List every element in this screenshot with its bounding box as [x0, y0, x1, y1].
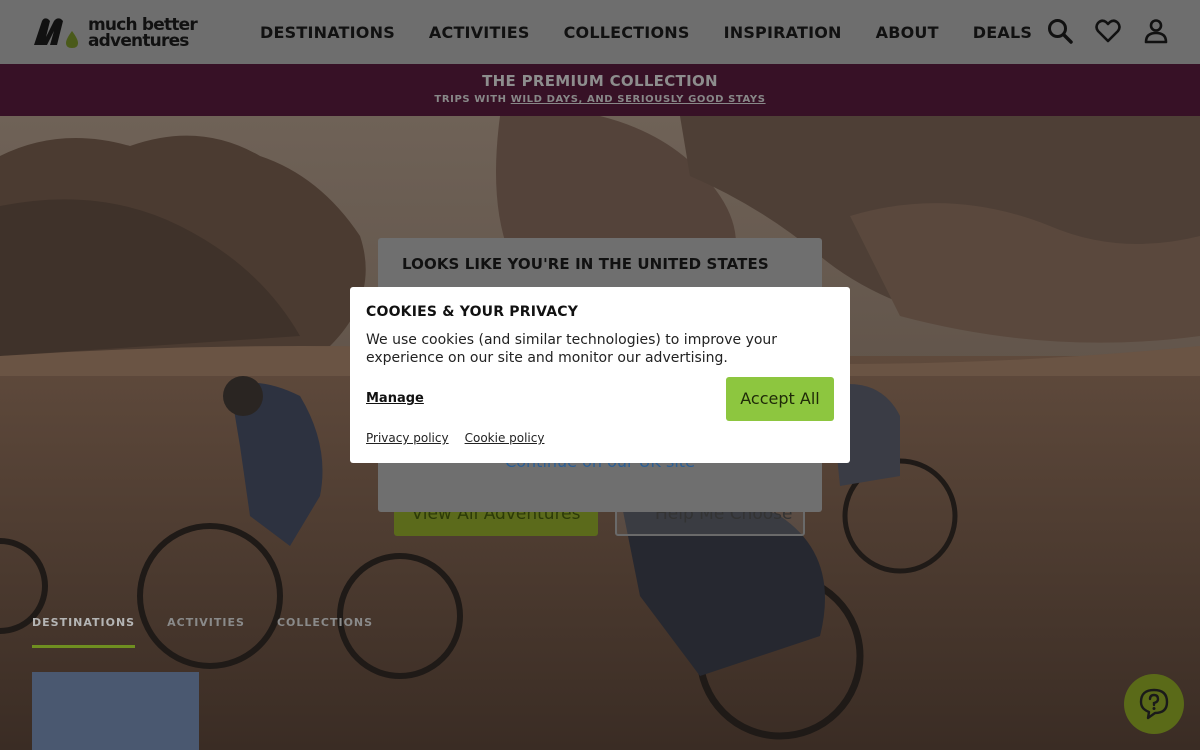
cookie-modal-text: We use cookies (and similar technologies… — [366, 332, 778, 366]
promo-sub-prefix: TRIPS WITH — [434, 94, 511, 105]
cookie-consent-modal: COOKIES & YOUR PRIVACY We use cookies (a… — [350, 287, 850, 463]
tab-collections[interactable]: COLLECTIONS — [277, 616, 373, 648]
accept-all-button[interactable]: Accept All — [726, 377, 834, 421]
promo-subtitle: TRIPS WITH WILD DAYS, AND SERIOUSLY GOOD… — [0, 94, 1200, 105]
region-modal-title: LOOKS LIKE YOU'RE IN THE UNITED STATES — [402, 255, 769, 273]
manage-cookies-link[interactable]: Manage — [366, 391, 424, 406]
hero-tabs: DESTINATIONS ACTIVITIES COLLECTIONS — [32, 616, 405, 648]
cookie-policy-link[interactable]: Cookie policy — [465, 431, 545, 445]
promo-title: THE PREMIUM COLLECTION — [482, 72, 718, 90]
nav-destinations[interactable]: DESTINATIONS — [260, 23, 395, 42]
logo[interactable]: much better adventures — [32, 15, 202, 51]
tab-destinations[interactable]: DESTINATIONS — [32, 616, 136, 648]
promo-link[interactable]: WILD DAYS, AND SERIOUSLY GOOD STAYS — [511, 94, 766, 105]
nav-activities[interactable]: ACTIVITIES — [429, 23, 530, 42]
privacy-policy-link[interactable]: Privacy policy — [366, 431, 449, 445]
nav-about[interactable]: ABOUT — [876, 23, 939, 42]
logo-text: much better adventures — [88, 17, 198, 51]
cookie-modal-title: COOKIES & YOUR PRIVACY — [366, 304, 579, 320]
help-question-icon — [1139, 688, 1169, 720]
promo-banner[interactable]: THE PREMIUM COLLECTION TRIPS WITH WILD D… — [0, 64, 1200, 116]
nav-collections[interactable]: COLLECTIONS — [564, 23, 690, 42]
destination-card[interactable] — [32, 672, 899, 750]
site-header: much better adventures DESTINATIONS ACTI… — [0, 0, 1200, 64]
logo-mark-icon — [34, 18, 78, 48]
search-icon[interactable] — [1046, 17, 1074, 45]
destination-card[interactable] — [32, 672, 724, 750]
nav-deals[interactable]: DEALS — [973, 23, 1032, 42]
destination-card[interactable] — [32, 672, 1074, 750]
nav-inspiration[interactable]: INSPIRATION — [724, 23, 842, 42]
cookie-policy-links: Privacy policy Cookie policy — [366, 431, 560, 445]
tab-activities[interactable]: ACTIVITIES — [167, 616, 245, 648]
logo-line-2: adventures — [88, 31, 189, 51]
destination-card[interactable] — [32, 672, 374, 750]
destination-card[interactable] — [32, 672, 549, 750]
destination-cards — [32, 672, 1200, 750]
main-nav: DESTINATIONS ACTIVITIES COLLECTIONS INSP… — [260, 0, 1066, 64]
help-chat-button[interactable] — [1124, 674, 1184, 734]
heart-icon[interactable] — [1094, 17, 1122, 45]
user-icon[interactable] — [1142, 17, 1170, 45]
